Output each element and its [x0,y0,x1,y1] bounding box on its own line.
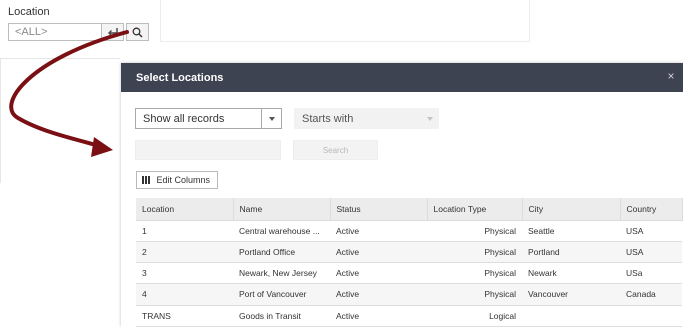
cell-city: Seattle [522,220,620,242]
cell-location-type: Physical [427,262,522,285]
cell-location-type: Physical [427,220,522,242]
locations-table: Location Name Status Location Type City … [136,198,683,327]
cell-city [522,305,620,327]
cell-city: Newark [522,262,620,285]
table-row[interactable]: TRANS Goods in Transit Active Logical [136,305,682,327]
table-row[interactable]: 1 Central warehouse ... Active Physical … [136,220,682,242]
search-button[interactable]: Search [293,140,378,160]
table-row[interactable]: 4 Port of Vancouver Active Physical Vanc… [136,283,682,306]
cell-status: Active [330,220,427,242]
cell-location-type: Logical [427,305,522,327]
cell-country: USa [620,262,682,285]
cell-status: Active [330,305,427,327]
records-filter-dropdown-button[interactable] [261,108,282,129]
table-row[interactable]: 2 Portland Office Active Physical Portla… [136,241,682,264]
dialog-header: Select Locations × [121,63,683,92]
cell-location: 2 [136,241,233,264]
table-header-row: Location Name Status Location Type City … [136,198,683,221]
cell-location: 4 [136,283,233,306]
column-header-country[interactable]: Country [620,198,683,221]
select-locations-dialog: Select Locations × Show all records Star… [121,63,683,327]
cell-location: TRANS [136,305,233,327]
location-input[interactable]: <ALL> [8,23,102,41]
cell-location: 1 [136,220,233,242]
match-mode-select[interactable]: Starts with [294,108,439,129]
background-divider [0,58,120,59]
cell-city: Vancouver [522,283,620,306]
cell-location-type: Physical [427,283,522,306]
cell-city: Portland [522,241,620,264]
column-header-location[interactable]: Location [136,198,234,221]
cell-location: 3 [136,262,233,285]
column-header-city[interactable]: City [522,198,621,221]
cell-country: USA [620,241,682,264]
records-filter-select[interactable]: Show all records [135,108,282,129]
enter-icon [107,28,118,36]
column-header-name[interactable]: Name [233,198,331,221]
cell-status: Active [330,241,427,264]
dialog-title: Select Locations [136,71,224,84]
cell-status: Active [330,262,427,285]
cell-location-type: Physical [427,241,522,264]
edit-columns-label: Edit Columns [156,175,211,185]
lookup-button[interactable] [126,23,149,41]
cell-name: Newark, New Jersey [233,262,330,285]
cell-name: Goods in Transit [233,305,330,327]
close-icon[interactable]: × [665,70,677,82]
column-header-status[interactable]: Status [330,198,428,221]
column-header-location-type[interactable]: Location Type [427,198,523,221]
background-panel [160,0,530,42]
cell-country: USA [620,220,682,242]
chevron-down-icon [427,117,433,121]
cell-name: Port of Vancouver [233,283,330,306]
cell-name: Central warehouse ... [233,220,330,242]
cell-country: Canada [620,283,682,306]
search-input[interactable] [135,140,281,160]
cell-country [620,305,682,327]
search-icon [132,27,143,38]
chevron-down-icon [268,116,275,121]
table-row[interactable]: 3 Newark, New Jersey Active Physical New… [136,262,682,285]
edit-columns-button[interactable]: Edit Columns [136,171,218,189]
enter-button[interactable] [101,23,124,41]
location-label: Location [8,6,50,18]
cell-name: Portland Office [233,241,330,264]
columns-icon [142,176,150,184]
cell-status: Active [330,283,427,306]
background-divider-vertical [0,58,1,183]
